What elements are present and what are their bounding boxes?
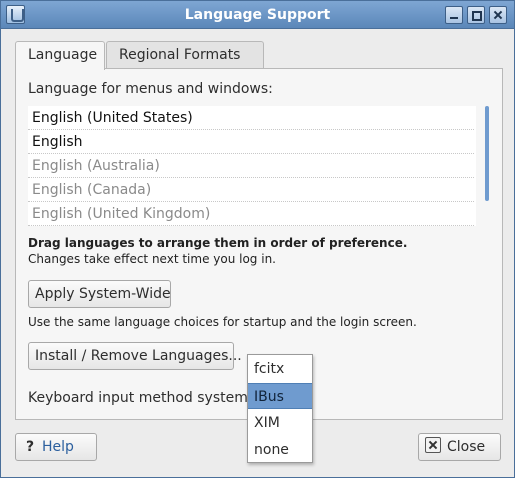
input-method-option-fcitx[interactable]: fcitx (248, 356, 312, 382)
language-item-english[interactable]: English (28, 130, 474, 154)
menus-language-label: Language for menus and windows: (28, 81, 273, 97)
minimize-icon[interactable] (445, 6, 463, 24)
language-list-scrollbar[interactable] (485, 106, 489, 201)
help-label: Help (42, 439, 74, 455)
language-support-window: Language Support Language Regional Forma… (0, 0, 515, 478)
tab-language[interactable]: Language (15, 41, 105, 70)
input-method-option-none[interactable]: none (248, 437, 312, 463)
startup-hint-text: Use the same language choices for startu… (28, 315, 417, 329)
input-method-option-ibus[interactable]: IBus (248, 383, 312, 409)
language-item-english-australia[interactable]: English (Australia) (28, 154, 474, 178)
language-list[interactable]: English (United States) English English … (28, 106, 476, 226)
tab-regional-formats[interactable]: Regional Formats (106, 41, 264, 69)
language-item-english-canada[interactable]: English (Canada) (28, 178, 474, 202)
maximize-icon[interactable] (467, 6, 485, 24)
install-remove-languages-button[interactable]: Install / Remove Languages... (28, 342, 242, 370)
close-icon (425, 437, 441, 453)
close-button[interactable]: Close (418, 433, 501, 461)
help-icon: ? (25, 439, 35, 455)
language-item-english-us[interactable]: English (United States) (28, 106, 474, 130)
keyboard-input-method-label: Keyboard input method system: (28, 390, 253, 406)
input-method-dropdown[interactable]: fcitx IBus XIM none (247, 354, 313, 463)
close-label: Close (447, 439, 486, 455)
changes-hint-text: Changes take effect next time you log in… (28, 252, 276, 266)
input-method-option-xim[interactable]: XIM (248, 410, 312, 436)
language-item-english-uk[interactable]: English (United Kingdom) (28, 202, 474, 226)
window-title: Language Support (184, 7, 331, 23)
drag-hint-text: Drag languages to arrange them in order … (28, 236, 408, 250)
close-window-icon[interactable] (489, 6, 507, 24)
help-button[interactable]: ? Help (15, 433, 97, 461)
apply-system-wide-button[interactable]: Apply System-Wide (28, 280, 171, 308)
titlebar[interactable]: Language Support (1, 1, 514, 29)
